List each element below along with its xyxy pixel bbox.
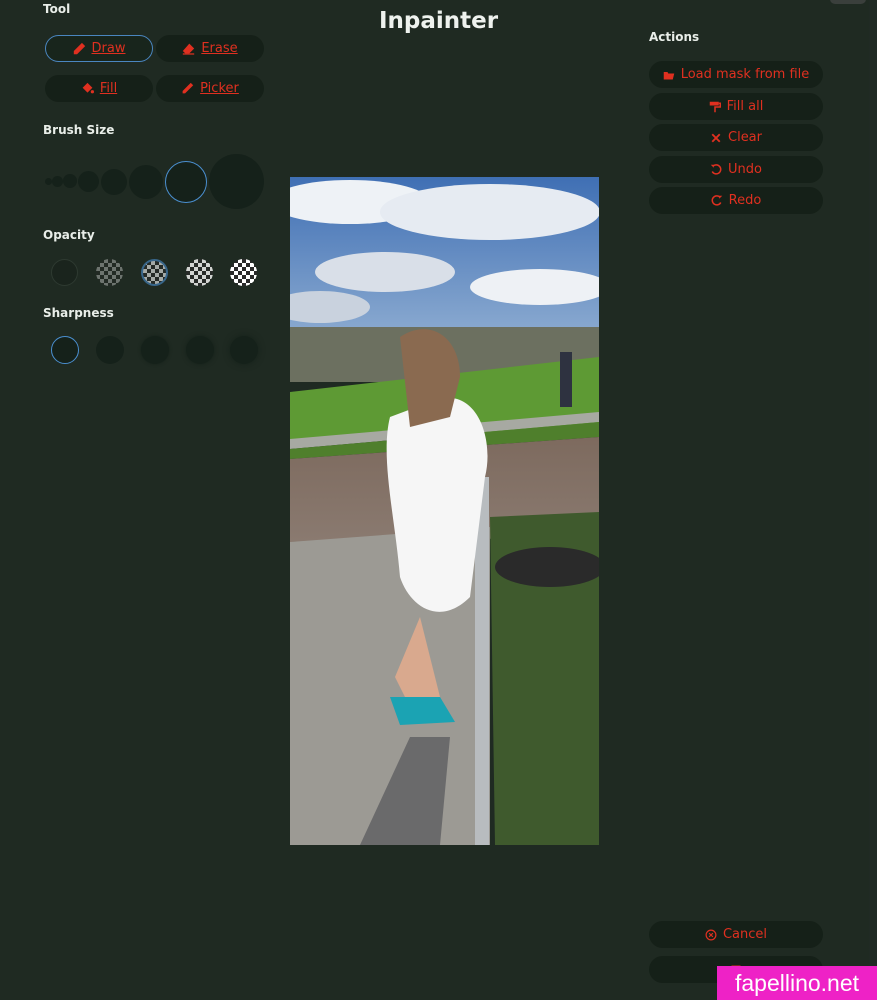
opacity-heading: Opacity xyxy=(43,228,95,242)
actions-heading: Actions xyxy=(649,30,700,44)
eraser-icon xyxy=(183,43,195,55)
brush-size-option-3[interactable] xyxy=(63,174,77,188)
brush-size-option-1[interactable] xyxy=(45,178,52,185)
brush-size-option-6[interactable] xyxy=(129,165,163,199)
sharpness-option-1-selected[interactable] xyxy=(51,336,79,364)
fill-tool-label: Fill xyxy=(99,81,118,96)
cancel-button[interactable]: Cancel xyxy=(649,921,823,948)
sharpness-option-2[interactable] xyxy=(96,336,124,364)
app-title: Inpainter xyxy=(378,8,499,34)
undo-label: Undo xyxy=(728,162,762,177)
clear-button[interactable]: Clear xyxy=(649,124,823,151)
opacity-option-0[interactable] xyxy=(51,259,78,286)
sharpness-option-3[interactable] xyxy=(141,336,169,364)
draw-tool-button[interactable]: Draw xyxy=(45,35,153,62)
fill-all-label: Fill all xyxy=(726,99,764,114)
pencil-icon xyxy=(73,42,85,55)
draw-tool-label: Draw xyxy=(91,41,126,56)
brush-size-option-5[interactable] xyxy=(101,169,127,195)
opacity-option-50-selected[interactable] xyxy=(141,259,168,286)
undo-button[interactable]: Undo xyxy=(649,156,823,183)
erase-tool-button[interactable]: Erase xyxy=(156,35,264,62)
clear-label: Clear xyxy=(728,130,762,145)
close-icon xyxy=(711,133,721,142)
cancel-circle-icon xyxy=(705,929,717,940)
brush-size-option-8[interactable] xyxy=(209,154,264,209)
erase-tool-label: Erase xyxy=(201,41,238,56)
sharpness-option-5[interactable] xyxy=(230,336,258,364)
brush-size-heading: Brush Size xyxy=(43,123,115,137)
picker-tool-button[interactable]: Picker xyxy=(156,75,264,102)
paint-roller-icon xyxy=(709,101,721,112)
opacity-option-25[interactable] xyxy=(96,259,123,286)
fill-tool-button[interactable]: Fill xyxy=(45,75,153,102)
window-corner xyxy=(830,0,866,4)
sharpness-option-4[interactable] xyxy=(186,336,214,364)
sharpness-heading: Sharpness xyxy=(43,306,114,320)
fill-all-button[interactable]: Fill all xyxy=(649,93,823,120)
load-mask-label: Load mask from file xyxy=(680,67,810,82)
paint-bucket-icon xyxy=(82,82,94,94)
opacity-option-75[interactable] xyxy=(186,259,213,286)
right-edge-scrollbar[interactable] xyxy=(869,0,877,1000)
brush-size-option-2[interactable] xyxy=(52,176,63,187)
watermark: fapellino.net xyxy=(717,966,877,1000)
redo-icon xyxy=(711,194,722,206)
cancel-label: Cancel xyxy=(722,927,768,942)
eyedropper-icon xyxy=(182,82,194,94)
brush-size-option-7-selected[interactable] xyxy=(165,161,207,203)
inpaint-canvas[interactable] xyxy=(290,177,599,845)
load-mask-button[interactable]: Load mask from file xyxy=(649,61,823,88)
redo-button[interactable]: Redo xyxy=(649,187,823,214)
redo-label: Redo xyxy=(728,193,762,208)
folder-open-icon xyxy=(663,71,674,79)
brush-size-option-4[interactable] xyxy=(78,171,99,192)
photo-image xyxy=(290,177,599,845)
undo-icon xyxy=(710,163,722,175)
picker-tool-label: Picker xyxy=(200,81,239,96)
opacity-option-100[interactable] xyxy=(230,259,257,286)
